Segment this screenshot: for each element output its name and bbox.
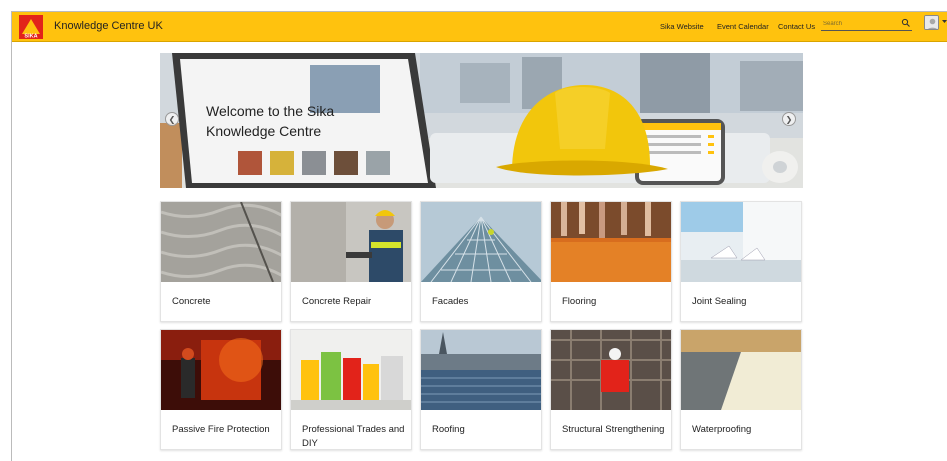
search-input[interactable] <box>823 18 895 29</box>
browser-frame: SIKA Knowledge Centre UK Sika Website Ev… <box>11 11 947 461</box>
svg-text:SIKA: SIKA <box>24 34 37 40</box>
flooring-image <box>551 202 671 282</box>
structural-strengthening-image <box>551 330 671 410</box>
category-label: Facades <box>432 296 469 307</box>
category-card-facades[interactable]: Facades <box>420 201 542 322</box>
search-box <box>821 17 912 31</box>
nav-link-contact-us[interactable]: Contact Us <box>778 22 815 31</box>
carousel-prev-button[interactable]: ❮ <box>165 112 179 126</box>
passive-fire-protection-image <box>161 330 281 410</box>
category-card-roofing[interactable]: Roofing <box>420 329 542 450</box>
category-label: Roofing <box>432 424 465 435</box>
concrete-image <box>161 202 281 282</box>
category-label: Passive Fire Protection <box>172 424 270 435</box>
category-label: Concrete Repair <box>302 296 372 307</box>
category-card-structural-strengthening[interactable]: Structural Strengthening <box>550 329 672 450</box>
top-navigation-bar: SIKA Knowledge Centre UK Sika Website Ev… <box>12 12 947 42</box>
search-icon[interactable] <box>901 18 911 28</box>
joint-sealing-image <box>681 202 801 282</box>
concrete-repair-image <box>291 202 411 282</box>
banner-title: Welcome to the Sika Knowledge Centre <box>206 103 335 139</box>
category-label: Waterproofing <box>692 424 752 435</box>
category-label: Flooring <box>562 296 597 307</box>
user-avatar[interactable] <box>924 15 939 30</box>
chevron-left-icon: ❮ <box>168 114 176 124</box>
nav-link-sika-website[interactable]: Sika Website <box>660 22 704 31</box>
nav-link-event-calendar[interactable]: Event Calendar <box>717 22 769 31</box>
app-title[interactable]: Knowledge Centre UK <box>54 20 163 32</box>
waterproofing-image <box>681 330 801 410</box>
roofing-image <box>421 330 541 410</box>
category-card-concrete[interactable]: Concrete <box>160 201 282 322</box>
category-card-joint-sealing[interactable]: Joint Sealing <box>680 201 802 322</box>
category-card-waterproofing[interactable]: Waterproofing <box>680 329 802 450</box>
category-label: Joint Sealing <box>692 296 747 307</box>
category-card-flooring[interactable]: Flooring <box>550 201 672 322</box>
category-label: Professional Trades and DIY <box>302 424 405 449</box>
category-card-passive-fire-protection[interactable]: Passive Fire Protection <box>160 329 282 450</box>
user-icon <box>925 16 938 29</box>
professional-trades-and-diy-image <box>291 330 411 410</box>
category-card-concrete-repair[interactable]: Concrete Repair <box>290 201 412 322</box>
category-label: Structural Strengthening <box>562 424 665 435</box>
category-label: Concrete <box>172 296 211 307</box>
chevron-down-icon[interactable] <box>941 18 947 25</box>
hero-carousel: Welcome to the Sika Knowledge Centre ❮ ❯ <box>160 53 803 188</box>
facades-image <box>421 202 541 282</box>
sika-logo[interactable]: SIKA <box>19 15 43 39</box>
carousel-next-button[interactable]: ❯ <box>782 112 796 126</box>
category-card-professional-trades-and-diy[interactable]: Professional Trades and DIY <box>290 329 412 450</box>
chevron-right-icon: ❯ <box>785 114 793 124</box>
